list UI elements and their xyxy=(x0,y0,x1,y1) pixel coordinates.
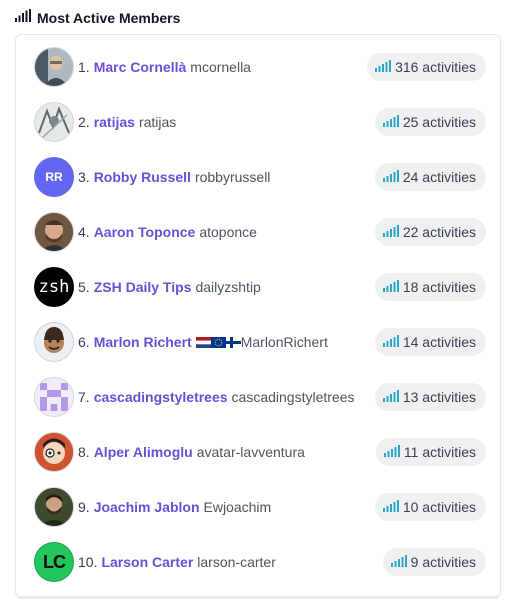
member-name-link[interactable]: ZSH Daily Tips xyxy=(94,279,192,295)
signal-bars-icon xyxy=(382,114,399,130)
member-avatar[interactable]: RR xyxy=(34,157,74,197)
avatar-initials: RR xyxy=(45,170,63,184)
member-row[interactable]: zsh 5. ZSH Daily Tips dailyzshtip 18 act… xyxy=(34,265,486,309)
activity-count: 24 activities xyxy=(402,169,476,185)
member-row[interactable]: RR 3. Robby Russell robbyrussell 24 acti… xyxy=(34,155,486,199)
activity-count: 316 activities xyxy=(395,59,476,75)
member-handle: dailyzshtip xyxy=(195,279,261,295)
member-avatar[interactable] xyxy=(34,212,74,252)
activity-count: 11 activities xyxy=(403,444,476,460)
activity-badge: 24 activities xyxy=(374,163,486,191)
member-avatar[interactable]: zsh xyxy=(34,267,74,307)
member-avatar[interactable] xyxy=(34,47,74,87)
activity-badge: 316 activities xyxy=(367,53,486,81)
member-handle: avatar-lavventura xyxy=(196,444,305,460)
member-rank: 2. xyxy=(78,114,90,130)
signal-bars-icon xyxy=(382,224,399,240)
section-header: Most Active Members xyxy=(15,8,180,28)
activity-badge: 22 activities xyxy=(374,218,486,246)
member-name-link[interactable]: Joachim Jablon xyxy=(94,499,200,515)
signal-bars-icon xyxy=(382,334,399,350)
member-handle: atoponce xyxy=(199,224,257,240)
signal-bars-icon xyxy=(382,499,399,515)
signal-bars-icon xyxy=(15,9,31,27)
eu-flag-icon xyxy=(210,336,226,348)
activity-badge: 10 activities xyxy=(374,493,486,521)
member-name-link[interactable]: Robby Russell xyxy=(94,169,191,185)
netherlands-flag-icon xyxy=(195,336,211,348)
activity-count: 13 activities xyxy=(402,389,476,405)
member-rank: 7. xyxy=(78,389,90,405)
member-name-link[interactable]: Marc Cornellà xyxy=(94,59,187,75)
member-rank: 10. xyxy=(78,554,98,570)
activity-badge: 18 activities xyxy=(374,273,486,301)
activity-badge: 25 activities xyxy=(374,108,486,136)
member-row[interactable]: 7. cascadingstyletrees cascadingstyletre… xyxy=(34,375,486,419)
member-rank: 1. xyxy=(78,59,90,75)
member-name-link[interactable]: Alper Alimoglu xyxy=(94,444,193,460)
member-rank: 5. xyxy=(78,279,90,295)
activity-count: 10 activities xyxy=(402,499,476,515)
member-avatar[interactable] xyxy=(34,322,74,362)
activity-count: 14 activities xyxy=(402,334,476,350)
member-name-link[interactable]: ratijas xyxy=(94,114,135,130)
signal-bars-icon xyxy=(382,279,399,295)
member-handle: robbyrussell xyxy=(194,169,271,185)
member-avatar[interactable] xyxy=(34,377,74,417)
member-handle: mcornella xyxy=(190,59,251,75)
member-row[interactable]: 9. Joachim Jablon Ewjoachim 10 activitie… xyxy=(34,485,486,529)
activity-count: 9 activities xyxy=(410,554,476,570)
section-title: Most Active Members xyxy=(37,10,181,26)
member-row[interactable]: 4. Aaron Toponce atoponce 22 activities xyxy=(34,210,486,254)
activity-count: 25 activities xyxy=(402,114,476,130)
activity-badge: 9 activities xyxy=(382,548,486,576)
member-name-link[interactable]: Aaron Toponce xyxy=(94,224,196,240)
activity-count: 18 activities xyxy=(402,279,476,295)
member-row[interactable]: 1. Marc Cornellà mcornella 316 activitie… xyxy=(34,45,486,89)
activity-badge: 13 activities xyxy=(374,383,486,411)
member-avatar[interactable]: LC xyxy=(34,542,74,582)
finland-flag-icon xyxy=(225,336,241,348)
signal-bars-icon xyxy=(390,554,407,570)
member-handle: MarlonRichert xyxy=(240,334,328,350)
member-handle: larson-carter xyxy=(197,554,276,570)
member-row[interactable]: LC 10. Larson Carter larson-carter 9 act… xyxy=(34,540,486,584)
member-flags xyxy=(195,336,241,348)
member-name-link[interactable]: Larson Carter xyxy=(101,554,193,570)
member-name-link[interactable]: cascadingstyletrees xyxy=(94,389,228,405)
member-avatar[interactable] xyxy=(34,487,74,527)
activity-badge: 14 activities xyxy=(374,328,486,356)
member-rank: 4. xyxy=(78,224,90,240)
lc-logo-text: LC xyxy=(43,551,66,572)
member-row[interactable]: 6. Marlon Richert MarlonRichert 14 activ… xyxy=(34,320,486,364)
member-handle: Ewjoachim xyxy=(203,499,272,515)
member-avatar[interactable] xyxy=(34,102,74,142)
activity-badge: 11 activities xyxy=(375,438,486,466)
member-rank: 8. xyxy=(78,444,90,460)
member-name-link[interactable]: Marlon Richert xyxy=(94,334,192,350)
member-rank: 3. xyxy=(78,169,90,185)
member-row[interactable]: 2. ratijas ratijas 25 activities xyxy=(34,100,486,144)
signal-bars-icon xyxy=(383,444,400,460)
signal-bars-icon xyxy=(382,169,399,185)
signal-bars-icon xyxy=(382,389,399,405)
members-card: 1. Marc Cornellà mcornella 316 activitie… xyxy=(15,34,501,597)
activity-count: 22 activities xyxy=(402,224,476,240)
signal-bars-icon xyxy=(375,59,392,75)
member-rank: 9. xyxy=(78,499,90,515)
member-avatar[interactable] xyxy=(34,432,74,472)
member-rank: 6. xyxy=(78,334,90,350)
member-handle: ratijas xyxy=(138,114,177,130)
zsh-logo-text: zsh xyxy=(38,277,70,297)
member-handle: cascadingstyletrees xyxy=(231,389,355,405)
member-row[interactable]: 8. Alper Alimoglu avatar-lavventura 11 a… xyxy=(34,430,486,474)
card-bottom-edge xyxy=(17,596,499,599)
